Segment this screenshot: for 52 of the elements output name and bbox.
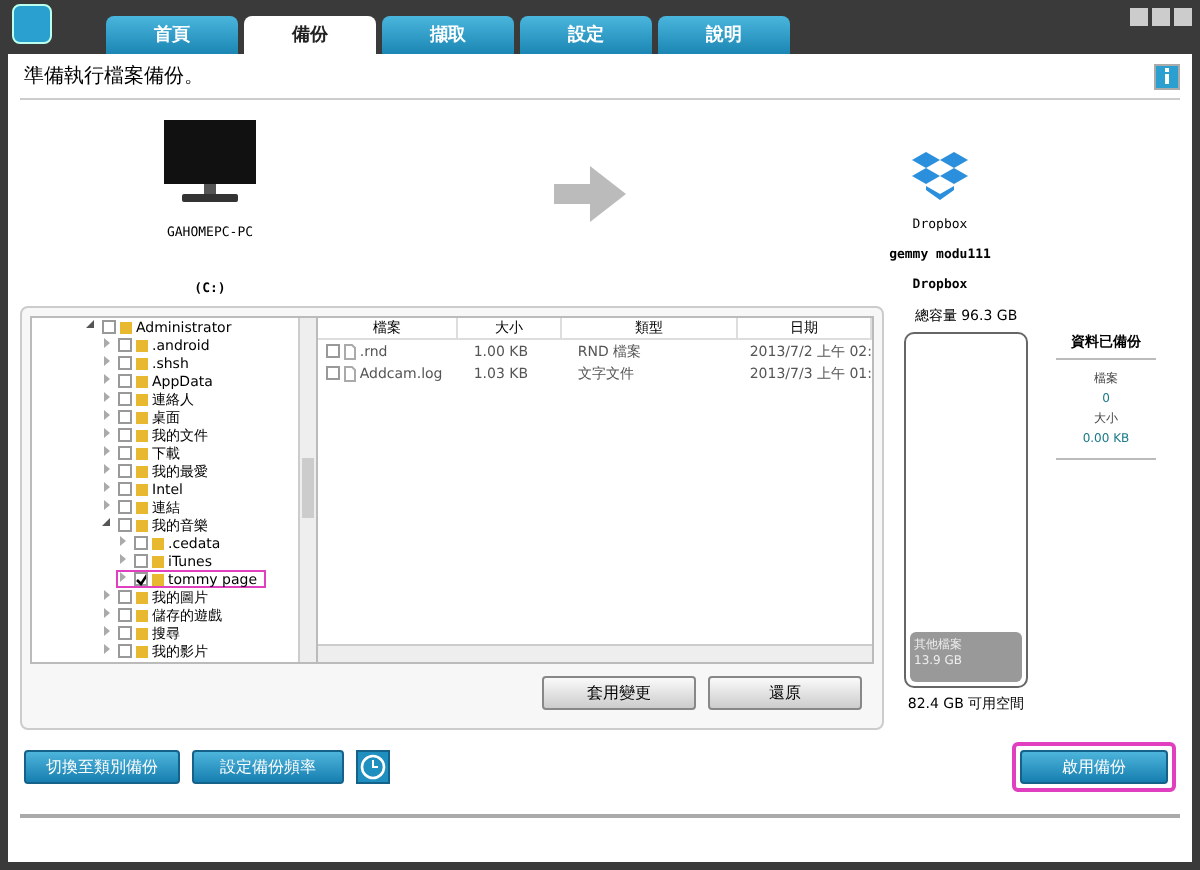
checkbox[interactable] xyxy=(134,572,148,586)
expand-arrow-icon[interactable] xyxy=(102,356,112,366)
status-text: 準備執行檔案備份。 xyxy=(24,63,204,90)
info-icon[interactable] xyxy=(1154,63,1180,89)
checkbox[interactable] xyxy=(118,410,132,424)
checkbox[interactable] xyxy=(118,428,132,442)
expand-arrow-icon[interactable] xyxy=(102,500,112,510)
monitor-icon xyxy=(162,120,258,204)
checkbox[interactable] xyxy=(118,518,132,532)
pane-button[interactable]: 套用變更 xyxy=(542,676,696,710)
checkbox[interactable] xyxy=(118,608,132,622)
expand-arrow-icon[interactable] xyxy=(102,446,112,456)
pane-button[interactable]: 還原 xyxy=(708,676,862,710)
expand-arrow-icon[interactable] xyxy=(102,464,112,474)
checkbox[interactable] xyxy=(118,590,132,604)
expand-arrow-icon[interactable] xyxy=(102,392,112,402)
right-arrow-icon xyxy=(554,166,626,222)
expand-arrow-icon[interactable] xyxy=(118,536,128,546)
checkbox[interactable] xyxy=(118,356,132,370)
collapse-arrow-icon[interactable] xyxy=(102,518,112,528)
expand-arrow-icon[interactable] xyxy=(102,428,112,438)
checkbox[interactable] xyxy=(118,644,132,658)
checkbox[interactable] xyxy=(118,446,132,460)
tab[interactable]: 備份 xyxy=(244,16,376,54)
checkbox[interactable] xyxy=(102,320,116,334)
expand-arrow-icon[interactable] xyxy=(102,374,112,384)
scrollbar[interactable] xyxy=(297,318,316,662)
checkbox[interactable] xyxy=(134,554,148,568)
clock-button[interactable] xyxy=(356,749,390,783)
checkbox[interactable] xyxy=(325,366,340,380)
expand-arrow-icon[interactable] xyxy=(102,608,112,618)
expand-arrow-icon[interactable] xyxy=(102,590,112,600)
app-logo-icon xyxy=(12,3,52,43)
checkbox[interactable] xyxy=(134,536,148,550)
checkbox[interactable] xyxy=(118,626,132,640)
collapse-arrow-icon[interactable] xyxy=(86,320,96,330)
checkbox[interactable] xyxy=(118,374,132,388)
checkbox[interactable] xyxy=(325,344,340,358)
expand-arrow-icon[interactable] xyxy=(102,644,112,654)
expand-arrow-icon[interactable] xyxy=(118,554,128,564)
checkbox[interactable] xyxy=(118,338,132,352)
expand-arrow-icon[interactable] xyxy=(102,626,112,636)
checkbox[interactable] xyxy=(118,464,132,478)
expand-arrow-icon[interactable] xyxy=(102,482,112,492)
expand-arrow-icon[interactable] xyxy=(102,410,112,420)
expand-arrow-icon[interactable] xyxy=(102,338,112,348)
checkbox[interactable] xyxy=(118,500,132,514)
checkbox[interactable] xyxy=(118,392,132,406)
scrollbar[interactable] xyxy=(317,644,872,662)
checkbox[interactable] xyxy=(118,482,132,496)
expand-arrow-icon[interactable] xyxy=(118,572,128,582)
open-box-icon xyxy=(912,150,968,202)
